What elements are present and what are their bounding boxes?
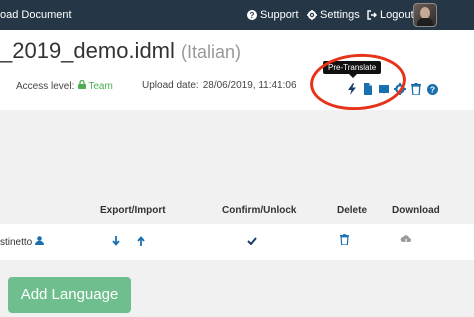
- lock-icon: [78, 79, 87, 92]
- team-label: Team: [88, 80, 113, 92]
- upload-date-label: Upload date:: [142, 80, 199, 91]
- gear-icon: [307, 10, 317, 20]
- column-header-download: Download: [392, 205, 440, 216]
- checkmark-icon: [247, 237, 257, 248]
- document-name: _2019_demo.idml: [0, 38, 175, 63]
- download-button[interactable]: [400, 235, 412, 248]
- access-level-label: Access level:: [16, 80, 75, 92]
- trash-icon: [340, 234, 349, 248]
- cloud-download-icon: [400, 235, 412, 248]
- user-avatar[interactable]: [413, 3, 437, 27]
- upload-date: Upload date: 28/06/2019, 11:41:06: [142, 80, 297, 91]
- support-label: Support: [260, 9, 299, 21]
- add-language-button[interactable]: Add Language: [8, 277, 131, 313]
- page-breadcrumb: oad Document: [0, 9, 72, 21]
- settings-link[interactable]: Settings: [307, 0, 360, 30]
- confirm-button[interactable]: [247, 237, 257, 248]
- settings-label: Settings: [320, 9, 360, 21]
- trash-icon[interactable]: [410, 83, 422, 95]
- delete-button[interactable]: [340, 234, 349, 248]
- top-navbar: oad Document ? Support Settings Logout: [0, 0, 474, 30]
- support-link[interactable]: ? Support: [247, 0, 299, 30]
- logout-link[interactable]: Logout: [367, 0, 414, 30]
- help-icon[interactable]: ?: [426, 83, 438, 95]
- page-title: _2019_demo.idml (Italian): [0, 38, 241, 64]
- import-button[interactable]: [137, 236, 145, 249]
- upload-date-value: 28/06/2019, 11:41:06: [202, 80, 297, 91]
- highlight-ellipse: [308, 50, 408, 114]
- logout-icon: [367, 10, 377, 20]
- svg-text:?: ?: [250, 11, 255, 20]
- export-button[interactable]: [112, 236, 120, 249]
- access-level-value: Team: [78, 79, 113, 92]
- arrow-up-icon: [137, 236, 145, 249]
- access-level: Access level: Team: [16, 79, 113, 92]
- assignee-name: stinetto: [0, 236, 33, 248]
- user-icon[interactable]: [35, 236, 45, 248]
- column-header-delete: Delete: [337, 205, 368, 216]
- document-language: (Italian): [181, 42, 242, 62]
- column-header-export-import: Export/Import: [100, 205, 166, 216]
- assignee-cell: stinetto: [0, 236, 45, 248]
- logout-label: Logout: [380, 9, 414, 21]
- column-header-confirm-unlock: Confirm/Unlock: [222, 205, 297, 216]
- arrow-down-icon: [112, 236, 120, 249]
- question-circle-icon: ?: [247, 10, 257, 20]
- svg-text:?: ?: [429, 84, 434, 94]
